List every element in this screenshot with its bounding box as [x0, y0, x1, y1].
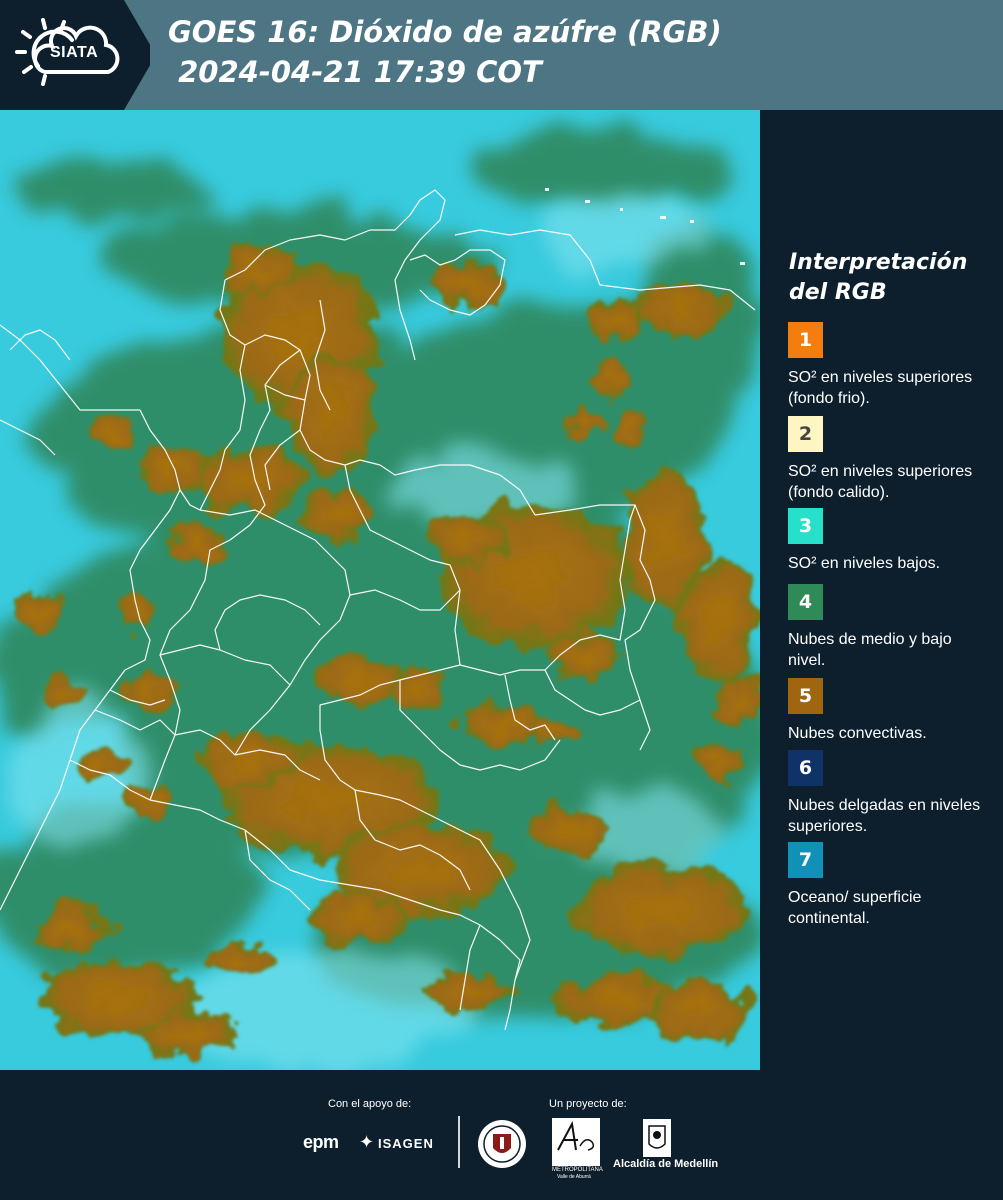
- footer: Con el apoyo de: Un proyecto de: epm ✦ I…: [0, 1070, 1003, 1200]
- map-image: [0, 110, 760, 1070]
- satellite-map[interactable]: [0, 110, 760, 1070]
- legend-swatch: 3: [788, 508, 823, 544]
- legend-label: Oceano/ superficie continental.: [788, 889, 922, 927]
- epm-logo[interactable]: epm: [303, 1132, 339, 1153]
- isagen-icon: ✦: [359, 1132, 375, 1153]
- area-metropolitana-logo[interactable]: [552, 1118, 600, 1166]
- siata-logo[interactable]: SIATA: [0, 0, 150, 110]
- area-label: METROPOLITANA: [552, 1167, 603, 1173]
- isagen-logo[interactable]: ISAGEN: [378, 1136, 434, 1151]
- legend-swatch: 1: [788, 322, 823, 358]
- support-label: Con el apoyo de:: [328, 1098, 412, 1110]
- legend-label: Nubes convectivas.: [788, 725, 927, 742]
- footer-divider: [458, 1116, 460, 1168]
- medellin-seal-icon[interactable]: [476, 1118, 528, 1170]
- legend-label: SO² en niveles superiores (fondo calido)…: [788, 463, 973, 501]
- legend-swatch: 5: [788, 678, 823, 714]
- alcaldia-crest-icon[interactable]: [642, 1118, 672, 1158]
- legend-swatch: 2: [788, 416, 823, 452]
- legend-label: Nubes delgadas en niveles superiores.: [788, 797, 981, 835]
- legend-panel: Interpretación del RGB 1 SO² en niveles s…: [762, 110, 1003, 1070]
- project-label: Un proyecto de:: [549, 1098, 627, 1110]
- legend-swatch: 6: [788, 750, 823, 786]
- page-title: GOES 16: Dióxido de azúfre (RGB) 2024-04…: [168, 15, 722, 89]
- area-sublabel: Valle de Aburrá: [557, 1174, 591, 1180]
- header-bar: SIATA GOES 16: Dióxido de azúfre (RGB) 2…: [0, 0, 1003, 110]
- area-logo-icon: [557, 1120, 595, 1151]
- alcaldia-label: Alcaldía de Medellín: [613, 1158, 719, 1170]
- legend-swatch: 4: [788, 584, 823, 620]
- legend-swatch: 7: [788, 842, 823, 878]
- legend-label: Nubes de medio y bajo nivel.: [788, 631, 952, 669]
- legend-title: Interpretación del RGB: [789, 250, 968, 305]
- legend-label: SO² en niveles bajos.: [788, 555, 941, 572]
- logo-text: SIATA: [50, 44, 99, 61]
- legend-label: SO² en niveles superiores (fondo frio).: [788, 369, 973, 407]
